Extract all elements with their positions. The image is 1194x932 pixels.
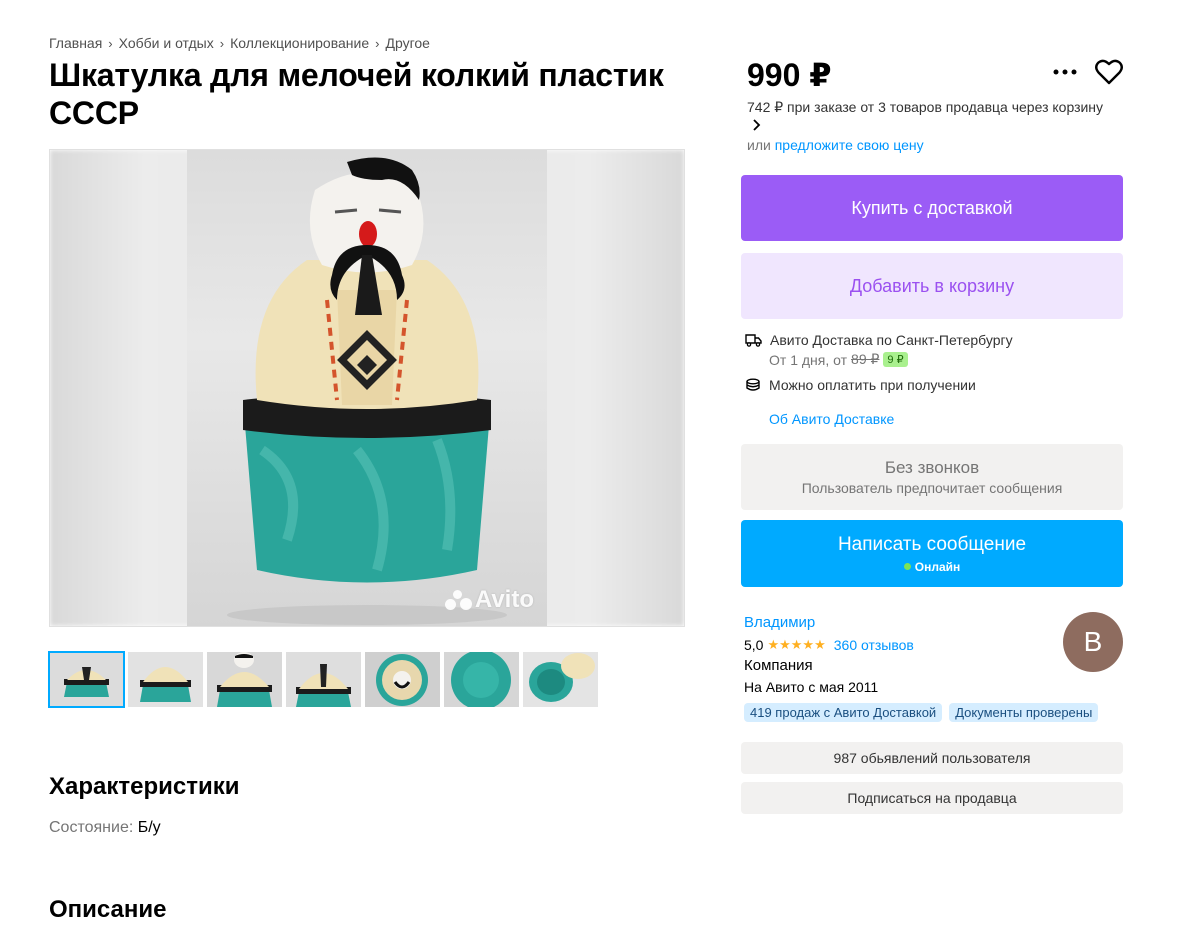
condition-value: Б/у: [137, 819, 161, 836]
offer-price-row: или предложите свою цену: [747, 137, 924, 153]
thumbnail-strip: [48, 651, 598, 708]
avito-logo-icon: [444, 589, 472, 611]
delivery-info: Авито Доставка по Санкт-Петербургу От 1 …: [745, 332, 1013, 393]
watermark-text: Avito: [474, 586, 534, 613]
thumbnail-7[interactable]: [523, 652, 598, 707]
description-heading: Описание: [49, 896, 167, 923]
characteristics-heading: Характеристики: [49, 773, 240, 800]
seller-since: На Авито с мая 2011: [744, 679, 879, 695]
coins-icon: [746, 378, 760, 391]
seller-name-link[interactable]: Владимир: [744, 614, 815, 631]
add-to-cart-button[interactable]: Добавить в корзину: [741, 253, 1123, 319]
subscribe-label: Подписаться на продавца: [847, 790, 1017, 806]
chevron-right-icon: ›: [375, 35, 380, 51]
breadcrumb-home[interactable]: Главная: [49, 35, 102, 51]
offer-prefix: или: [747, 137, 771, 153]
offer-price-link[interactable]: предложите свою цену: [775, 137, 924, 153]
thumbnail-6[interactable]: [444, 652, 519, 707]
thumbnail-4[interactable]: [286, 652, 361, 707]
online-status-text: Онлайн: [914, 559, 961, 574]
price: 990 ₽: [747, 57, 832, 93]
no-calls-title: Без звонков: [884, 458, 980, 477]
breadcrumb-other[interactable]: Другое: [385, 35, 429, 51]
breadcrumb-collecting[interactable]: Коллекционирование: [230, 35, 369, 51]
online-dot-icon: [903, 563, 911, 570]
delivery-old-price: 89 ₽: [851, 351, 880, 367]
thumbnail-3[interactable]: [207, 652, 282, 707]
cart-price-note-text: 742 ₽ при заказе от 3 товаров продавца ч…: [747, 99, 1104, 115]
no-calls-button[interactable]: Без звонков Пользователь предпочитает со…: [741, 444, 1123, 510]
favorite-heart-icon[interactable]: [1095, 59, 1123, 85]
payment-on-delivery: Можно оплатить при получении: [769, 377, 976, 393]
about-delivery-link[interactable]: Об Авито Доставке: [769, 411, 894, 427]
thumbnail-5[interactable]: [365, 652, 440, 707]
rating-stars-icon: ★★★★★: [767, 637, 826, 652]
no-calls-subtitle: Пользователь предпочитает сообщения: [801, 480, 1063, 496]
seller-listings-button[interactable]: 987 обьявлений пользователя: [741, 742, 1123, 774]
seller-rating: 5,0 ★★★★★ 360 отзывов: [744, 637, 914, 653]
sales-badge: 419 продаж с Авито Доставкой: [744, 703, 943, 722]
delivery-discount-badge: 9 ₽: [883, 352, 908, 367]
cart-price-note[interactable]: 742 ₽ при заказе от 3 товаров продавца ч…: [747, 97, 1127, 133]
breadcrumb: Главная › Хобби и отдых › Коллекциониров…: [49, 35, 430, 51]
delivery-terms-text: От 1 дня, от: [769, 351, 848, 368]
seller-listings-label: 987 обьявлений пользователя: [833, 750, 1031, 766]
chevron-right-icon: ›: [108, 35, 113, 51]
truck-icon: [745, 334, 762, 347]
seller-badges: 419 продаж с Авито Доставкой Документы п…: [744, 703, 1099, 722]
main-photo[interactable]: Avito: [49, 149, 685, 627]
subscribe-seller-button[interactable]: Подписаться на продавца: [741, 782, 1123, 814]
condition-label: Состояние:: [49, 819, 134, 836]
cart-button-label: Добавить в корзину: [849, 275, 1015, 296]
condition-row: Состояние: Б/у: [49, 819, 161, 837]
buy-with-delivery-button[interactable]: Купить с доставкой: [741, 175, 1123, 241]
online-status: Онлайн: [903, 559, 961, 574]
delivery-title: Авито Доставка по Санкт-Петербургу: [770, 332, 1013, 348]
rating-value: 5,0: [744, 637, 764, 653]
thumbnail-2[interactable]: [128, 652, 203, 707]
buy-button-label: Купить с доставкой: [851, 197, 1013, 218]
photo-frame: [187, 150, 547, 626]
thumbnail-1[interactable]: [48, 651, 125, 708]
documents-badge: Документы проверены: [949, 703, 1099, 722]
chevron-right-icon: ›: [219, 35, 225, 51]
more-options-icon[interactable]: [1052, 62, 1078, 82]
message-button-label: Написать сообщение: [837, 533, 1027, 555]
product-image: [227, 157, 507, 625]
reviews-link[interactable]: 360 отзывов: [834, 637, 914, 653]
avito-watermark: Avito: [444, 586, 534, 614]
write-message-button[interactable]: Написать сообщение Онлайн: [741, 520, 1123, 587]
chevron-right-icon: [753, 119, 761, 131]
seller-type: Компания: [744, 657, 813, 674]
delivery-terms: От 1 дня, от 89 ₽ 9 ₽: [769, 351, 1013, 368]
avatar[interactable]: В: [1063, 612, 1123, 672]
breadcrumb-hobby[interactable]: Хобби и отдых: [119, 35, 214, 51]
page-title: Шкатулка для мелочей колкий пластик СССР: [49, 57, 664, 131]
